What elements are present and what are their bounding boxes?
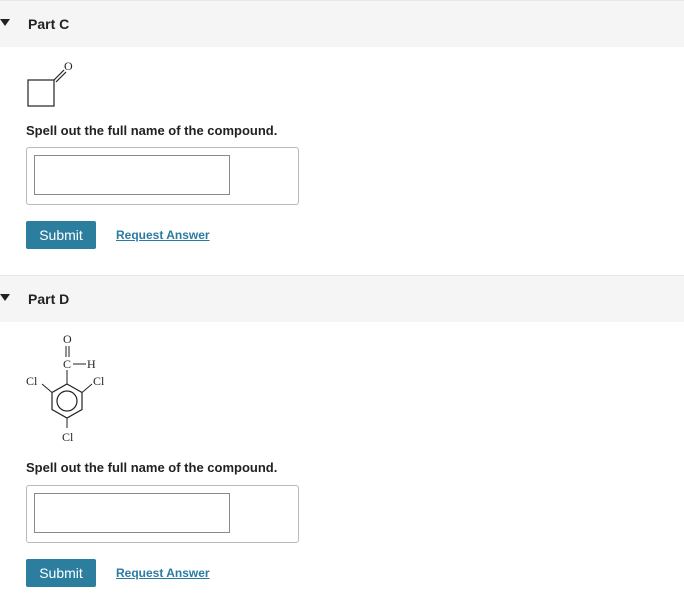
part-d-prompt: Spell out the full name of the compound.	[26, 460, 278, 475]
part-d-chlorine-bottom-label: Cl	[62, 430, 74, 444]
collapse-triangle-icon[interactable]	[0, 19, 10, 26]
part-d-carbon-label: C	[63, 357, 71, 371]
part-d-header[interactable]: Part D	[0, 275, 684, 322]
part-c-structure-image: O	[27, 59, 73, 107]
part-c-title: Part C	[28, 16, 70, 32]
part-d-chlorine-left-label: Cl	[26, 374, 38, 388]
part-d-structure-image: O C H Cl Cl Cl	[26, 332, 105, 444]
part-d-chlorine-right-label: Cl	[93, 374, 105, 388]
part-c-prompt: Spell out the full name of the compound.	[26, 123, 278, 138]
part-c-answer-input[interactable]	[34, 155, 230, 195]
part-c-submit-button[interactable]: Submit	[26, 221, 96, 249]
part-d-answer-container	[26, 485, 299, 543]
part-d-oxygen-label: O	[63, 332, 72, 346]
part-d-title: Part D	[28, 291, 70, 307]
part-c-request-answer-link[interactable]: Request Answer	[116, 228, 210, 242]
part-c-answer-container	[26, 147, 299, 205]
part-c-oxygen-label: O	[64, 59, 73, 73]
part-d-hydrogen-label: H	[87, 357, 96, 371]
part-d-answer-input[interactable]	[34, 493, 230, 533]
part-c-header[interactable]: Part C	[0, 0, 684, 47]
collapse-triangle-icon[interactable]	[0, 294, 10, 301]
part-d-submit-button[interactable]: Submit	[26, 559, 96, 587]
part-d-request-answer-link[interactable]: Request Answer	[116, 566, 210, 580]
